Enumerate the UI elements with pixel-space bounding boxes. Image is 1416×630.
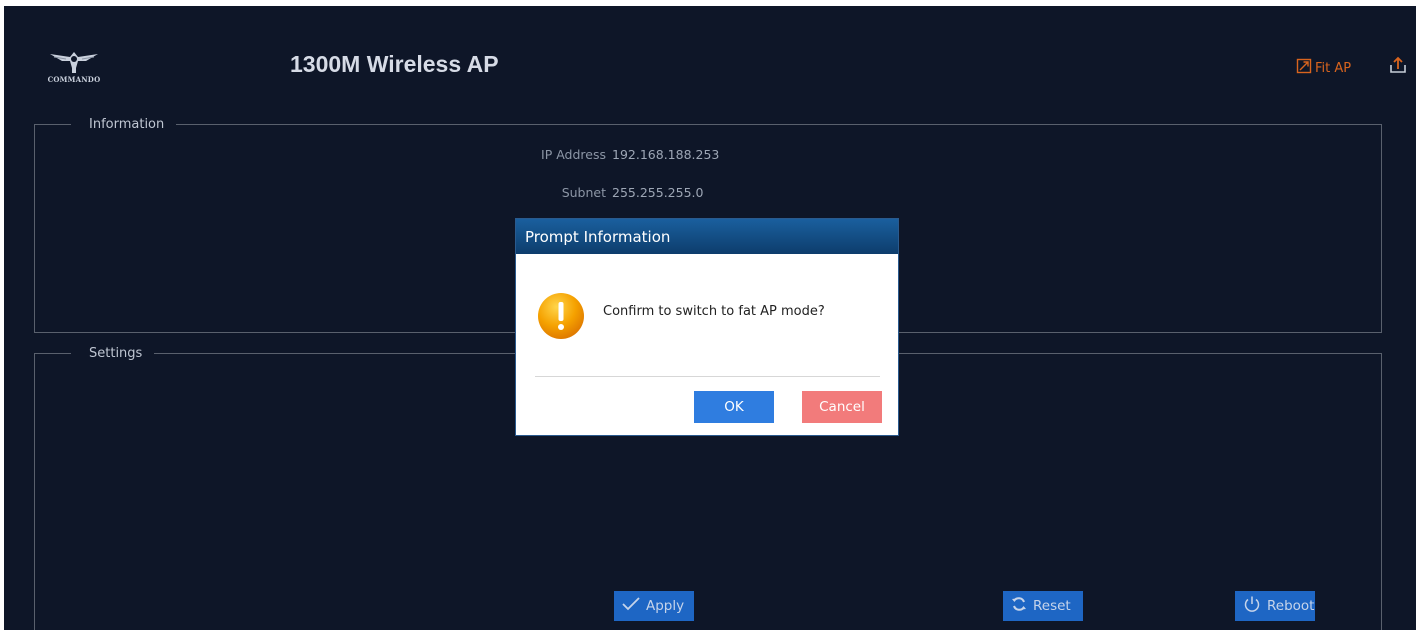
ip-address-row: IP Address 192.168.188.253: [526, 147, 719, 162]
dialog-title: Prompt Information: [516, 219, 898, 254]
fit-ap-label: Fit AP: [1315, 60, 1352, 76]
prompt-dialog: Prompt Information Confirm to switch to …: [515, 218, 899, 436]
commando-logo-icon: COMMANDO: [46, 48, 102, 88]
dialog-message: Confirm to switch to fat AP mode?: [603, 304, 825, 319]
reset-label: Reset: [1033, 598, 1071, 614]
warning-icon: [536, 291, 586, 341]
power-icon: [1243, 595, 1261, 617]
app-window: COMMANDO 1300M Wireless AP Fit AP Inform…: [4, 6, 1416, 630]
information-legend: Information: [89, 117, 165, 132]
logo-text: COMMANDO: [47, 75, 101, 84]
ip-address-value: 192.168.188.253: [612, 147, 720, 162]
apply-label: Apply: [646, 598, 685, 614]
subnet-row: Subnet 255.255.255.0: [526, 185, 704, 200]
check-icon: [622, 597, 640, 615]
export-icon[interactable]: [1388, 55, 1408, 75]
dialog-divider: [535, 376, 880, 377]
reset-button[interactable]: Reset: [1003, 591, 1083, 621]
ip-address-label: IP Address: [541, 147, 606, 162]
apply-button[interactable]: Apply: [614, 591, 694, 621]
reboot-label: Reboot: [1267, 598, 1315, 614]
refresh-icon: [1011, 596, 1027, 616]
app-title: 1300M Wireless AP: [290, 51, 499, 77]
fit-ap-button[interactable]: Fit AP: [1296, 58, 1351, 78]
cancel-button[interactable]: Cancel: [802, 391, 882, 423]
subnet-label: Subnet: [561, 185, 606, 200]
settings-legend: Settings: [89, 346, 143, 361]
ok-button[interactable]: OK: [694, 391, 774, 423]
subnet-value: 255.255.255.0: [612, 185, 704, 200]
fit-ap-icon: [1296, 58, 1312, 78]
reboot-button[interactable]: Reboot: [1235, 591, 1315, 621]
